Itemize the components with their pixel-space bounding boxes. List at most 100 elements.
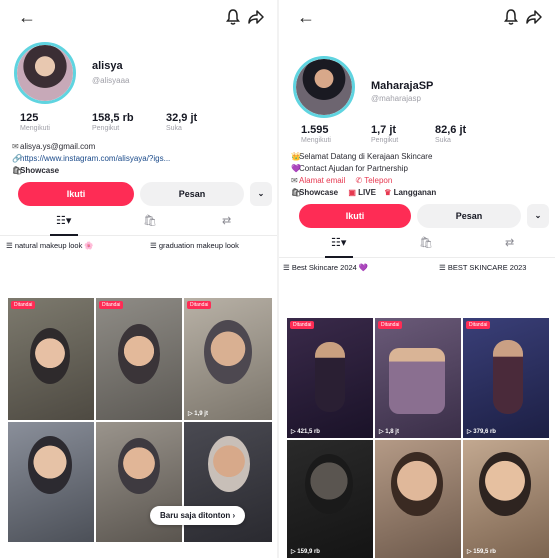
showcase-bag-icon: 🛍 [291,188,302,197]
video-thumbnail[interactable]: Ditandai ▷ 379,6 rb [463,318,549,438]
bio-line-1: 👑 Selamat Datang di Kerajaan Skincare [279,152,555,164]
bio-line-2-text: Contact Ajudan for Partnership [299,164,408,173]
tab-videos-grid-icon[interactable]: ☷▾ [331,236,346,249]
bell-icon[interactable] [503,8,519,26]
thumbnail-image [389,348,445,414]
stat-following[interactable]: 125 Mengikuti [20,112,50,132]
showcase-link[interactable]: Showcase [299,188,338,197]
thumbnail-image [204,320,252,384]
video-thumbnail[interactable]: Ditandai ▷ 1,8 jt [375,318,461,438]
stat-likes-label: Suka [435,137,451,144]
pinned-badge: Ditandai [11,301,36,309]
username: MaharajaSP [371,80,434,92]
playlist-graduation-makeup-label: graduation makeup look [158,241,239,250]
video-thumbnail[interactable] [8,422,94,542]
stat-followers[interactable]: 158,5 rb Pengikut [92,112,134,132]
share-icon[interactable] [247,8,265,26]
live-link[interactable]: LIVE [358,188,376,197]
playlist-graduation-makeup[interactable]: ☰ graduation makeup look [150,241,239,250]
share-icon[interactable] [525,8,543,26]
pinned-badge: Ditandai [99,301,124,309]
video-thumbnail[interactable]: ▷ 159,5 rb [463,440,549,558]
profile-panel-maharajasp: ← MaharajaSP @maharajasp 1.595 Mengikuti… [279,0,555,558]
playlist-best-skincare-2023[interactable]: ☰ BEST SKINCARE 2023 [439,263,526,272]
tab-bag-icon[interactable]: 🛍 [419,236,433,249]
tab-videos-grid-icon[interactable]: ☷▾ [56,214,71,227]
playlist-natural-makeup-label: natural makeup look 🌸 [14,241,94,250]
user-handle: @maharajasp [371,94,421,103]
playlist-best-skincare-2024[interactable]: ☰ Best Skincare 2024 💜 [283,263,368,272]
video-thumbnail[interactable]: ▷ 159,9 rb [287,440,373,558]
profile-header: MaharajaSP @maharajasp [279,34,555,124]
pinned-badge: Ditandai [187,301,212,309]
pinned-badge: Ditandai [466,321,491,329]
stat-likes-count: 32,9 jt [166,112,198,124]
mail-icon: ✉ [12,142,19,151]
message-button[interactable]: Pesan [417,204,521,228]
avatar[interactable] [14,42,76,104]
stat-followers-count: 158,5 rb [92,112,134,124]
video-thumbnail[interactable]: Ditandai ▷ 421,5 rb [287,318,373,438]
video-thumbnail[interactable]: Ditandai ▷ 1,9 jt [184,298,272,420]
tab-repost-icon[interactable]: ⇄ [505,236,514,249]
thumbnail-image [479,452,531,516]
live-icon: ▣ [348,188,356,197]
stat-likes: 32,9 jt Suka [166,112,197,132]
content-tabs: ☷▾ 🛍 ⇄ [0,210,277,236]
thumbnail-image [30,328,70,384]
stat-following[interactable]: 1.595 Mengikuti [301,124,331,144]
feature-links-row: 🛍 Showcase ▣ LIVE ♛ Langganan [279,188,555,200]
back-arrow-icon[interactable]: ← [297,7,315,27]
follow-button[interactable]: Ikuti [18,182,134,206]
stat-followers[interactable]: 1,7 jt Pengikut [371,124,398,144]
stat-followers-count: 1,7 jt [371,124,397,136]
recently-watched-toast[interactable]: Baru saja ditonton › [150,506,246,525]
bell-icon[interactable] [225,8,241,26]
bio-link-text[interactable]: https://www.instagram.com/alisyaya/?igs.… [20,154,170,163]
view-count: ▷ 421,5 rb [291,429,320,435]
back-arrow-icon[interactable]: ← [18,7,36,27]
top-bar: ← [0,0,277,34]
thumbnail-image [28,436,72,494]
stat-followers-label: Pengikut [371,137,399,144]
contact-row: ✉ Alamat email ✆ Telepon [279,176,555,188]
follow-button[interactable]: Ikuti [299,204,411,228]
thumbnail-image [208,436,250,492]
avatar[interactable] [293,56,355,118]
video-thumbnail[interactable]: Ditandai [96,298,182,420]
playlist-best-skincare-2024-label: Best Skincare 2024 💜 [291,263,369,272]
tab-bag-icon[interactable]: 🛍 [143,214,157,227]
stat-following-label: Mengikuti [20,125,50,132]
thumbnail-image [305,454,353,514]
view-count: ▷ 159,5 rb [467,549,496,555]
stat-followers-label: Pengikut [92,125,120,132]
crown-icon: 👑 [291,152,301,161]
stats-row: 125 Mengikuti 158,5 rb Pengikut 32,9 jt … [0,112,277,142]
user-handle: @alisyaaa [92,76,130,85]
bio-line-1-text: Selamat Datang di Kerajaan Skincare [299,152,433,161]
email-contact-button[interactable]: Alamat email [299,176,345,185]
stat-likes: 82,6 jt Suka [435,124,466,144]
bio-email: ✉ alisya.ys@gmail.com [0,142,277,154]
view-count: ▷ 1,9 jt [188,411,208,417]
username: alisya [92,60,123,72]
subscribe-link[interactable]: Langganan [394,188,437,197]
phone-contact-button[interactable]: Telepon [364,176,392,185]
video-grid: Ditandai Ditandai Ditandai ▷ 1,9 jt Baru… [0,298,277,558]
message-button[interactable]: Pesan [140,182,244,206]
subscribe-icon: ♛ [384,188,392,197]
showcase-bag-icon: 🛍 [12,166,23,175]
video-thumbnail[interactable]: Ditandai [8,298,94,420]
thumbnail-image [118,438,160,494]
showcase-link[interactable]: 🛍 Showcase [0,166,277,178]
bio-link[interactable]: 🔗 https://www.instagram.com/alisyaya/?ig… [0,154,277,166]
more-button[interactable]: ⌄ [527,204,549,228]
thumbnail-image [493,340,523,414]
stats-row: 1.595 Mengikuti 1,7 jt Pengikut 82,6 jt … [279,124,555,152]
more-button[interactable]: ⌄ [250,182,272,206]
tab-repost-icon[interactable]: ⇄ [222,214,231,227]
stat-likes-count: 82,6 jt [435,124,467,136]
playlist-natural-makeup[interactable]: ☰ natural makeup look 🌸 [6,241,94,250]
video-thumbnail[interactable] [375,440,461,558]
stat-following-count: 1.595 [301,124,329,136]
